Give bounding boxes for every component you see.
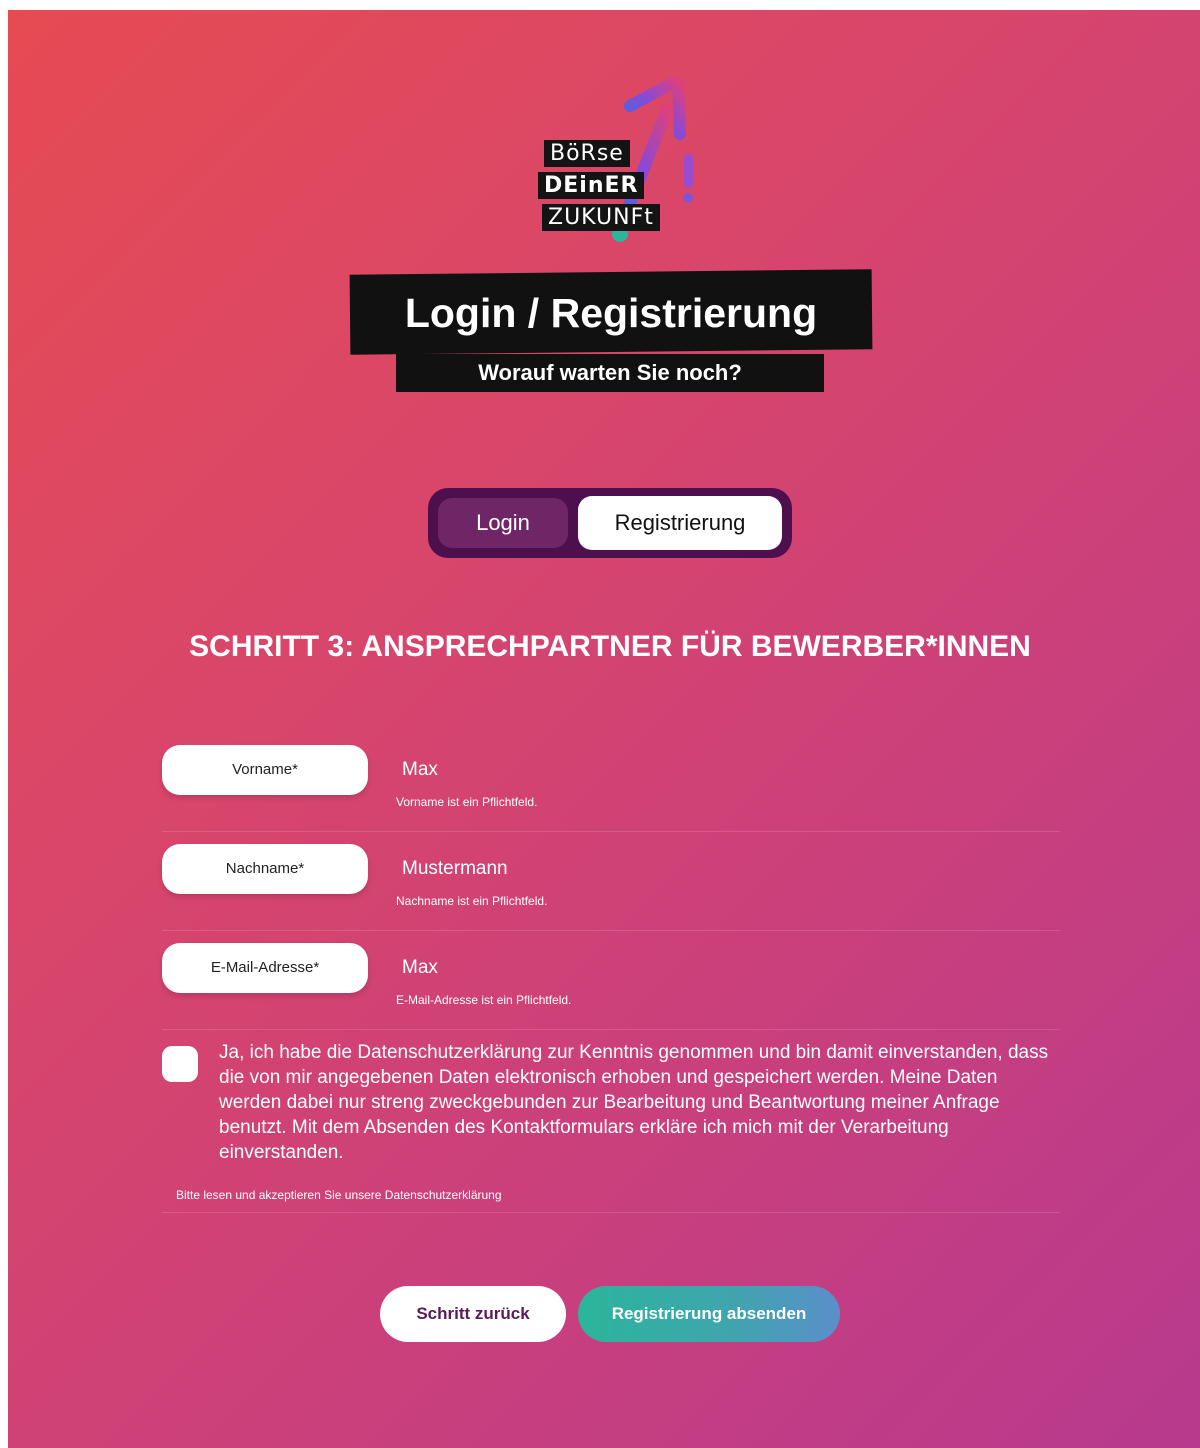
login-register-toggle: Login Registrierung [428, 488, 792, 558]
form-row-email: E-Mail-Adresse* E-Mail-Adresse ist ein P… [162, 943, 1060, 1030]
page-subtitle: Worauf warten Sie noch? [478, 360, 742, 385]
tab-login[interactable]: Login [438, 498, 568, 548]
email-error: E-Mail-Adresse ist ein Pflichtfeld. [396, 993, 572, 1007]
lastname-error: Nachname ist ein Pflichtfeld. [396, 894, 548, 908]
form-row-firstname: Vorname* Vorname ist ein Pflichtfeld. [162, 745, 1060, 832]
lastname-input[interactable] [400, 854, 1004, 884]
tab-register[interactable]: Registrierung [578, 496, 782, 550]
consent-checkbox[interactable] [162, 1046, 198, 1082]
firstname-input[interactable] [400, 755, 1004, 785]
email-label: E-Mail-Adresse* [162, 943, 368, 993]
firstname-label: Vorname* [162, 745, 368, 795]
form-row-lastname: Nachname* Nachname ist ein Pflichtfeld. [162, 844, 1060, 931]
consent-section: Ja, ich habe die Datenschutzerklärung zu… [162, 1040, 1060, 1213]
logo: BöRse DEinER ZUKUNFt [528, 78, 708, 248]
step-heading: SCHRITT 3: ANSPRECHPARTNER FÜR BEWERBER*… [189, 630, 1031, 663]
logo-text-line3: ZUKUNFt [542, 204, 660, 231]
consent-text: Ja, ich habe die Datenschutzerklärung zu… [219, 1042, 1049, 1163]
email-input[interactable] [400, 953, 1004, 983]
firstname-error: Vorname ist ein Pflichtfeld. [396, 795, 538, 809]
step-back-button[interactable]: Schritt zurück [380, 1286, 566, 1342]
logo-text-line2: DEinER [538, 172, 645, 199]
page-background: BöRse DEinER ZUKUNFt Login / Registrieru… [8, 10, 1200, 1448]
logo-text-line1: BöRse [544, 140, 630, 167]
consent-error: Bitte lesen und akzeptieren Sie unsere D… [176, 1188, 502, 1202]
submit-registration-button[interactable]: Registrierung absenden [578, 1286, 840, 1342]
lastname-label: Nachname* [162, 844, 368, 894]
page-title: Login / Registrierung [404, 290, 818, 336]
